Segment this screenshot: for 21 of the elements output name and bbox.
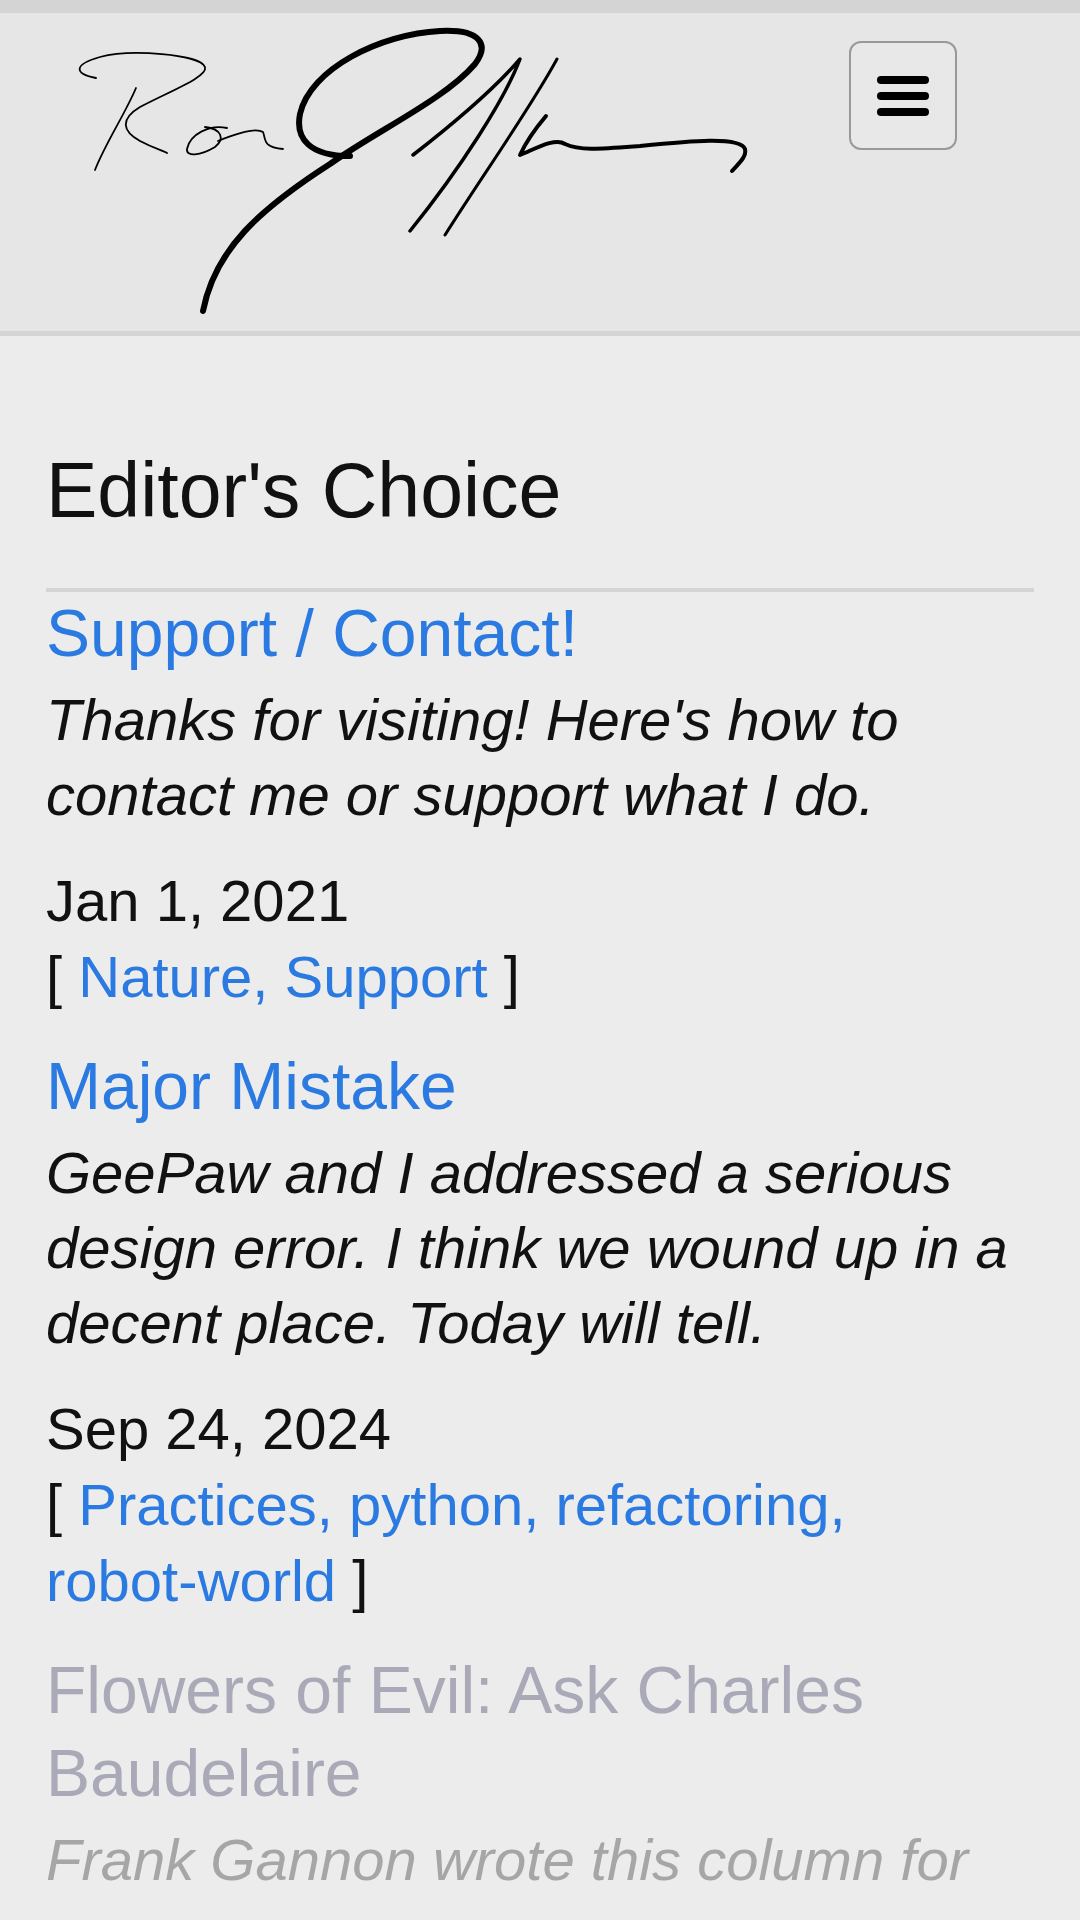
tag-bracket: [ bbox=[46, 1472, 63, 1537]
post-title-link[interactable]: Support / Contact! bbox=[46, 592, 578, 675]
menu-icon bbox=[876, 74, 930, 117]
post-description: GeePaw and I addressed a serious design error. I think we wound up in a decent place. Today will tell. bbox=[46, 1139, 1009, 1357]
post-description: Thanks for visiting! Here's how to contact me or support what I do. bbox=[46, 686, 900, 829]
tag-bracket: ] bbox=[503, 944, 520, 1009]
tag-bracket: ] bbox=[352, 1548, 369, 1613]
post-title-link[interactable]: Flowers of Evil: Ask Charles Baudelaire bbox=[46, 1649, 1034, 1815]
tag-link[interactable]: python, bbox=[349, 1472, 540, 1537]
tag-link[interactable]: Nature, bbox=[78, 944, 269, 1009]
tag-bracket: [ bbox=[46, 944, 63, 1009]
tag-link[interactable]: Support bbox=[284, 944, 488, 1009]
tag-link[interactable]: robot-world bbox=[46, 1548, 337, 1613]
tag-link[interactable]: refactoring, bbox=[555, 1472, 846, 1537]
post-description: Frank Gannon wrote this column for bbox=[46, 1826, 968, 1894]
post-date: Sep 24, 2024 bbox=[46, 1395, 392, 1463]
post-title-link[interactable]: Major Mistake bbox=[46, 1045, 457, 1128]
tag-link[interactable]: Practices, bbox=[78, 1472, 333, 1537]
section-heading: Editor's Choice bbox=[46, 446, 562, 535]
post-date: Jan 1, 2021 bbox=[46, 867, 350, 935]
menu-button[interactable] bbox=[849, 41, 957, 150]
